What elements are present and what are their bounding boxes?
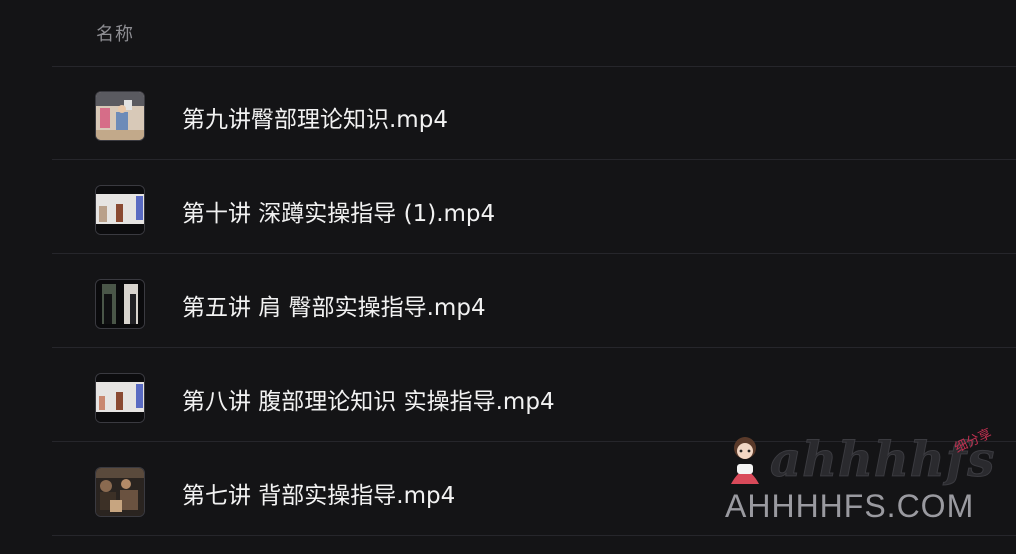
watermark-domain: AHHHHFS.COM <box>725 488 975 524</box>
row-divider <box>52 347 1016 348</box>
video-thumbnail-dark <box>95 279 145 329</box>
file-row[interactable]: 第十讲 深蹲实操指导 (1).mp4 <box>52 161 1016 254</box>
video-thumbnail-classroom <box>95 91 145 141</box>
file-name: 第七讲 背部实操指导.mp4 <box>182 483 456 509</box>
row-divider <box>52 535 1016 536</box>
file-list-window: 名称 第九讲臀部理论知识.mp4 第十讲 深蹲实操指导 (1).mp4 第五讲 … <box>0 0 1016 554</box>
watermark: ahhhhfs 细分享 AHHHHFS.COM <box>725 426 1005 532</box>
video-thumbnail-lecture <box>95 373 145 423</box>
video-thumbnail-lecture <box>95 185 145 235</box>
file-name: 第十讲 深蹲实操指导 (1).mp4 <box>182 201 496 227</box>
file-name: 第八讲 腹部理论知识 实操指导.mp4 <box>182 389 555 415</box>
mascot-icon <box>731 437 759 484</box>
file-name: 第五讲 肩 臀部实操指导.mp4 <box>182 295 486 321</box>
file-name: 第九讲臀部理论知识.mp4 <box>182 107 448 133</box>
file-row[interactable]: 第八讲 腹部理论知识 实操指导.mp4 <box>52 349 1016 442</box>
list-header: 名称 <box>0 0 1016 66</box>
row-divider <box>52 159 1016 160</box>
file-row[interactable]: 第九讲臀部理论知识.mp4 <box>52 67 1016 160</box>
column-header-name[interactable]: 名称 <box>96 20 134 46</box>
row-divider <box>52 253 1016 254</box>
video-thumbnail-group <box>95 467 145 517</box>
file-row[interactable]: 第五讲 肩 臀部实操指导.mp4 <box>52 255 1016 348</box>
